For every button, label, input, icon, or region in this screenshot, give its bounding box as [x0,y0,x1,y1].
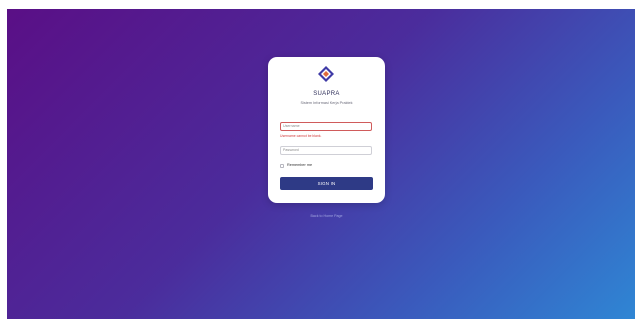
password-input[interactable]: Password [280,146,372,155]
sign-in-button[interactable]: SIGN IN [280,177,373,190]
username-input[interactable]: Username [280,122,372,131]
suapra-logo-icon [318,66,334,82]
remember-me-label: Remember me [287,163,313,167]
login-card: SUAPRA Sistem Informasi Kerja Praktek Us… [268,57,385,203]
username-error-text: Username cannot be blank. [280,134,322,138]
app-subtitle: Sistem Informasi Kerja Praktek [300,101,353,105]
app-title: SUAPRA [313,91,340,97]
login-screen: SUAPRA Sistem Informasi Kerja Praktek Us… [7,9,635,319]
back-to-home-link[interactable]: Back to Home Page [268,214,385,218]
remember-me-checkbox[interactable] [280,164,284,168]
